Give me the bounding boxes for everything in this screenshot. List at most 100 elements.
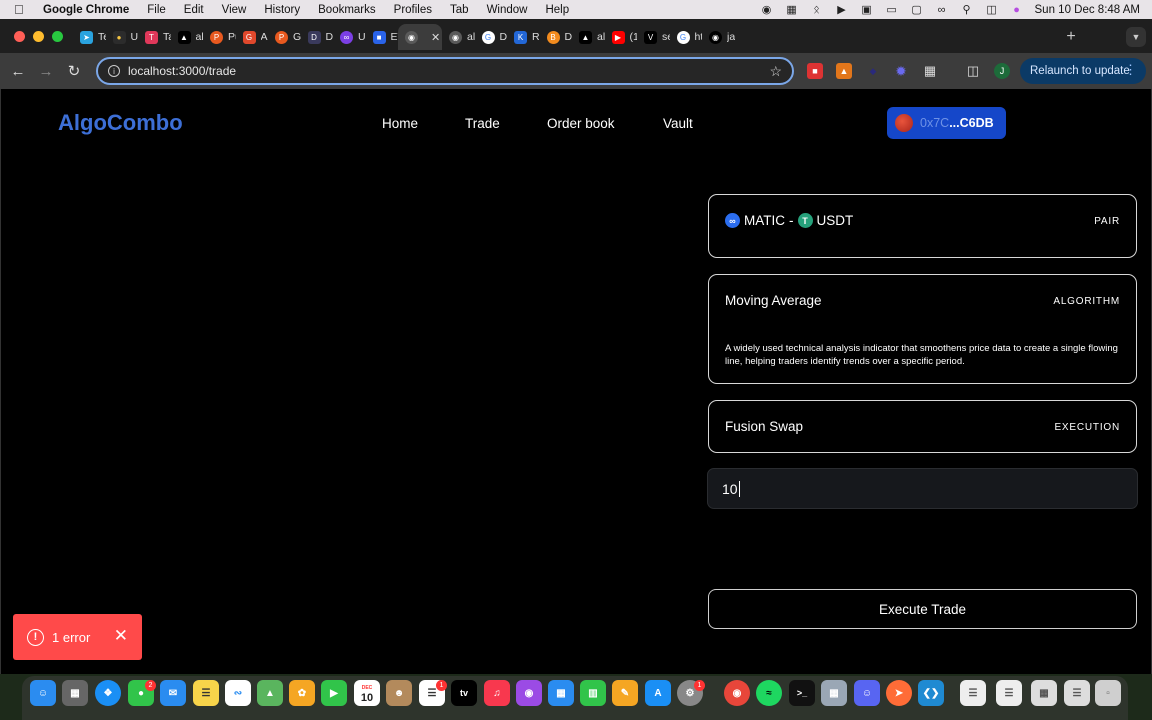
nav-home[interactable]: Home	[382, 116, 418, 131]
spotify-icon[interactable]: ≈	[756, 680, 782, 706]
tv-icon[interactable]: tv	[451, 680, 477, 706]
tab-1[interactable]: ●Uti	[106, 24, 138, 50]
execute-trade-button[interactable]: Execute Trade	[708, 589, 1137, 629]
nav-trade[interactable]: Trade	[465, 116, 500, 131]
wallet-button[interactable]: 0x7C ...C6DB	[887, 107, 1006, 139]
sidebar-icon[interactable]: ◫	[965, 63, 981, 79]
tab-17[interactable]: Vse	[637, 24, 670, 50]
extension-red-icon[interactable]: ■	[807, 63, 823, 79]
tab-12[interactable]: GDe	[475, 24, 507, 50]
display-icon[interactable]: ▢	[910, 4, 924, 16]
address-bar-url[interactable]: localhost:3000/trade	[128, 64, 236, 78]
app-logo[interactable]: AlgoCombo	[58, 110, 183, 136]
menu-window[interactable]: Window	[487, 4, 528, 16]
music-icon[interactable]: ♫	[484, 680, 510, 706]
menubar-clock[interactable]: Sun 10 Dec 8:48 AM	[1035, 4, 1140, 16]
tab-16[interactable]: ▶(1C	[605, 24, 637, 50]
search-icon[interactable]: ⚲	[960, 4, 974, 16]
relaunch-button[interactable]: Relaunch to update ⋮	[1020, 58, 1146, 84]
contacts-icon[interactable]: ☻	[386, 680, 412, 706]
downloads-stack-icon[interactable]: ☰	[1064, 680, 1090, 706]
tab-5[interactable]: GAlg	[236, 24, 268, 50]
discord-icon[interactable]: ☺	[854, 680, 880, 706]
minimize-window-button[interactable]	[33, 31, 44, 42]
address-bar[interactable]: i localhost:3000/trade ☆	[96, 57, 794, 85]
tab-13[interactable]: KRe	[507, 24, 540, 50]
podcasts-icon[interactable]: ◉	[516, 680, 542, 706]
menu-bookmarks[interactable]: Bookmarks	[318, 4, 376, 16]
menubar-app-name[interactable]: Google Chrome	[43, 4, 129, 16]
chrome-icon[interactable]: ◉	[724, 680, 750, 706]
keynote-icon[interactable]: ▦	[548, 680, 574, 706]
control-center-icon[interactable]: ◫	[985, 4, 999, 16]
nav-vault[interactable]: Vault	[663, 116, 693, 131]
menu-file[interactable]: File	[147, 4, 166, 16]
grid-icon[interactable]: ▦	[785, 4, 799, 16]
extension-gear-icon[interactable]: ✹	[893, 63, 909, 79]
menu-history[interactable]: History	[264, 4, 300, 16]
notes-icon[interactable]: ☰	[193, 680, 219, 706]
vscode-icon[interactable]: ❮❯	[918, 680, 944, 706]
siri-icon[interactable]: ●	[1010, 4, 1024, 16]
numbers-icon[interactable]: ▥	[580, 680, 606, 706]
safari-icon[interactable]: ❖	[95, 680, 121, 706]
bookmark-star-icon[interactable]: ☆	[769, 63, 782, 80]
tab-7[interactable]: DDe	[301, 24, 333, 50]
tab-14[interactable]: BDi	[540, 24, 572, 50]
tab-4[interactable]: PPu	[203, 24, 236, 50]
close-icon[interactable]: ✕	[114, 626, 128, 646]
menu-help[interactable]: Help	[545, 4, 569, 16]
tab-8[interactable]: ∞UC	[333, 24, 366, 50]
menu-profiles[interactable]: Profiles	[394, 4, 432, 16]
algorithm-card[interactable]: Moving Average ALGORITHM A widely used t…	[708, 274, 1137, 384]
metamask-icon[interactable]: ▲	[836, 63, 852, 79]
menu-view[interactable]: View	[222, 4, 247, 16]
amount-input[interactable]: 10	[707, 468, 1138, 509]
extension-blue-icon[interactable]: ◆	[865, 63, 881, 79]
puzzle-icon[interactable]: ▦	[922, 63, 938, 79]
launchpad-icon[interactable]: ▦	[62, 680, 88, 706]
site-info-icon[interactable]: i	[108, 65, 120, 77]
maps-icon[interactable]: ▲	[257, 680, 283, 706]
nav-order-book[interactable]: Order book	[547, 116, 615, 131]
trash-icon[interactable]: ▫	[1095, 680, 1121, 706]
tab-11[interactable]: ◉alg	[442, 24, 475, 50]
tab-18[interactable]: Ghtt	[670, 24, 702, 50]
tab-active[interactable]: ◉ ✕	[398, 24, 442, 50]
reload-button[interactable]: ↻	[65, 62, 83, 80]
tab-19[interactable]: ◉jay	[702, 24, 735, 50]
finder-icon[interactable]: ☺	[30, 680, 56, 706]
new-tab-button[interactable]: +	[1062, 28, 1080, 46]
apple-icon[interactable]: 	[14, 2, 30, 17]
car-icon[interactable]: ▣	[860, 4, 874, 16]
execution-card[interactable]: Fusion Swap EXECUTION	[708, 400, 1137, 453]
postman-icon[interactable]: ➤	[886, 680, 912, 706]
tab-6[interactable]: PGe	[268, 24, 301, 50]
document-icon[interactable]: ☰	[960, 680, 986, 706]
freeform-icon[interactable]: ∾	[225, 680, 251, 706]
tab-9[interactable]: ■ET	[366, 24, 398, 50]
pages-icon[interactable]: ✎	[612, 680, 638, 706]
facetime-icon[interactable]: ▶	[321, 680, 347, 706]
profile-avatar[interactable]: J	[994, 63, 1010, 79]
link-icon[interactable]: ∞	[935, 4, 949, 16]
back-button[interactable]: ←	[9, 62, 27, 80]
folder-stack-icon[interactable]: ▦	[1031, 680, 1057, 706]
tab-15[interactable]: ▲alg	[572, 24, 605, 50]
play-icon[interactable]: ▶	[835, 4, 849, 16]
menu-tab[interactable]: Tab	[450, 4, 469, 16]
photos-icon[interactable]: ✿	[289, 680, 315, 706]
more-menu-icon[interactable]: ⋮	[1124, 62, 1137, 78]
pair-card[interactable]: ∞ MATIC - T USDT PAIR	[708, 194, 1137, 258]
terminal-icon[interactable]: >_	[789, 680, 815, 706]
document-icon-2[interactable]: ☰	[996, 680, 1022, 706]
battery-icon[interactable]: ▭	[885, 4, 899, 16]
close-tab-icon[interactable]: ✕	[431, 31, 440, 44]
mail-icon[interactable]: ✉	[160, 680, 186, 706]
zoom-window-button[interactable]	[52, 31, 63, 42]
tab-0[interactable]: ➤Tel	[73, 24, 106, 50]
forward-button[interactable]: →	[37, 62, 55, 80]
bluetooth-icon[interactable]: ᛟ	[810, 4, 824, 16]
preview-icon[interactable]: ▦	[821, 680, 847, 706]
record-icon[interactable]: ◉	[760, 4, 774, 16]
